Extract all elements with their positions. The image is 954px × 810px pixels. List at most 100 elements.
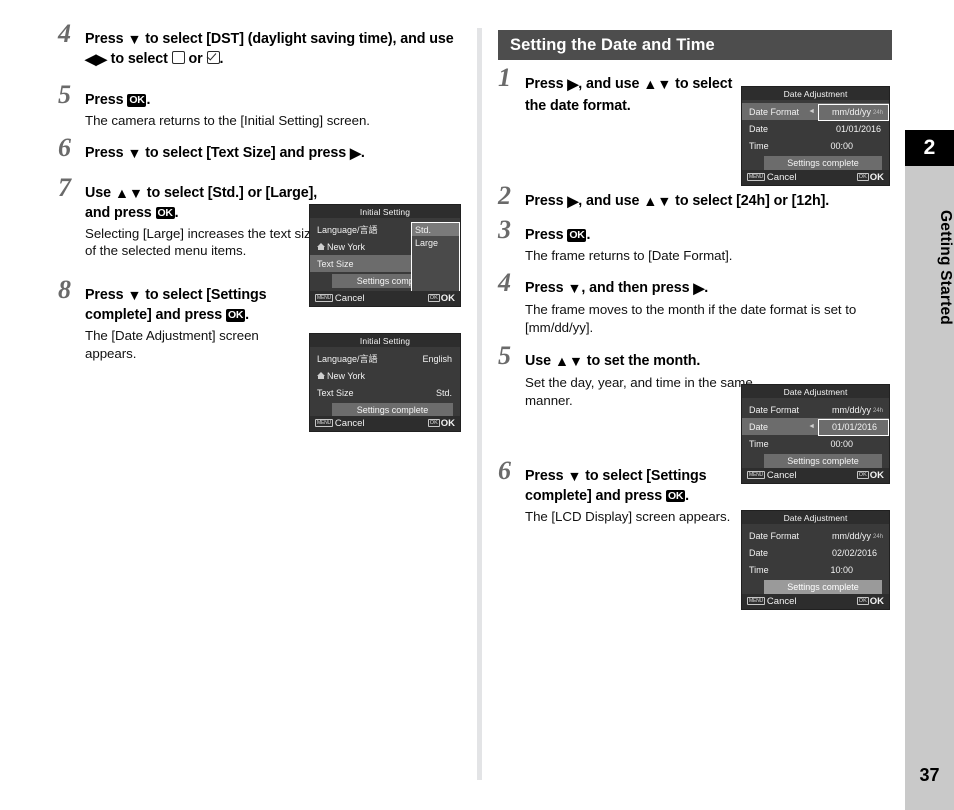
step-number: 1 xyxy=(498,63,511,92)
manual-page: 2 Getting Started 37 4 Press ▼ to select… xyxy=(0,0,954,810)
lcd-ok-label: OK xyxy=(869,470,884,481)
lcd-ok[interactable]: OK OK xyxy=(856,470,884,481)
page-number: 37 xyxy=(919,764,940,785)
lcd-row-value: mm/dd/yy 24h xyxy=(832,405,883,415)
lcd-title: Date Adjustment xyxy=(742,87,889,100)
step-description: Set the day, year, and time in the same … xyxy=(525,375,753,409)
step-title: Press OK. xyxy=(525,226,894,245)
arrow-left-icon: ◄ xyxy=(808,108,815,115)
lcd-row-label: Date xyxy=(749,547,769,558)
lcd-ok[interactable]: OK OK xyxy=(427,418,455,429)
lcd-bottom-bar: MENU Cancel OK OK xyxy=(742,468,889,483)
menu-tag-icon: MENU xyxy=(747,597,765,605)
lcd-settings-complete[interactable]: Settings complete xyxy=(764,156,882,170)
lcd-cancel[interactable]: MENU Cancel xyxy=(747,596,797,607)
lcd-row[interactable]: Text Size Std. xyxy=(310,384,460,401)
step-number: 7 xyxy=(58,172,71,202)
popup-option-large[interactable]: Large xyxy=(412,236,459,249)
lcd-row[interactable]: Language/言語 English xyxy=(310,350,460,367)
step-title: Press OK. xyxy=(85,91,458,110)
lcd-settings-complete[interactable]: Settings complete xyxy=(764,580,882,594)
step-3: 3 Press OK. The frame returns to [Date F… xyxy=(498,217,894,265)
lcd-row[interactable]: Date 02/02/2016 xyxy=(742,544,889,561)
triangle-right-icon: ▶ xyxy=(349,145,361,162)
lcd-settings-complete[interactable]: Settings complete xyxy=(764,454,882,468)
lcd-cancel[interactable]: MENU Cancel xyxy=(315,418,365,429)
home-icon xyxy=(317,243,325,250)
lcd-row-value: 10:00 xyxy=(830,564,853,575)
section-header-title: Setting the Date and Time xyxy=(510,35,715,54)
lcd-bottom-bar: MENU Cancel OK OK xyxy=(742,594,889,609)
ok-tag-icon: OK xyxy=(427,294,440,302)
step-title: Press ▼, and then press ▶. xyxy=(525,279,894,299)
lcd-cancel-label: Cancel xyxy=(766,172,797,183)
lcd-row[interactable]: Date 01/01/2016 xyxy=(742,120,889,137)
triangle-down-icon: ▼ xyxy=(567,468,582,485)
step-title-text-c: . xyxy=(174,204,179,221)
step-title-text-a: Press xyxy=(525,280,568,297)
left-column: 4 Press ▼ to select [DST] (daylight savi… xyxy=(58,21,458,375)
step-number: 6 xyxy=(58,132,71,162)
lcd-bottom-bar: MENU Cancel OK OK xyxy=(310,291,460,306)
step-title: Press ▼ to select [Text Size] and press … xyxy=(85,144,458,164)
lcd-cancel[interactable]: MENU Cancel xyxy=(315,293,365,304)
lcd-row[interactable]: Date Format mm/dd/yy 24h xyxy=(742,527,889,544)
chapter-name: Getting Started xyxy=(937,209,954,325)
step-title-text-c: . xyxy=(685,487,690,504)
lcd-initial-setting-textsize: Initial Setting Language/言語 New York Tex… xyxy=(309,204,461,307)
lcd-row[interactable]: New York xyxy=(310,367,460,384)
lcd-row[interactable]: Date Format mm/dd/yy 24h xyxy=(742,401,889,418)
lcd-row[interactable]: Time 00:00 xyxy=(742,137,889,154)
lcd-row-selected[interactable]: Date Format ◄ mm/dd/yy 24h xyxy=(742,103,889,120)
triangle-down-icon: ▼ xyxy=(127,145,142,162)
step-description: The frame returns to [Date Format]. xyxy=(525,248,733,264)
lcd-cancel-label: Cancel xyxy=(334,418,365,429)
ok-tag-icon: OK xyxy=(856,597,869,605)
lcd-ok[interactable]: OK OK xyxy=(856,596,884,607)
step-title-text-b: to select [DST] (daylight saving time), … xyxy=(141,31,454,47)
lcd-cancel[interactable]: MENU Cancel xyxy=(747,470,797,481)
lcd-row[interactable]: Time 00:00 xyxy=(742,435,889,452)
step-number: 8 xyxy=(58,275,71,305)
step-number: 5 xyxy=(58,80,71,109)
ok-button-icon: OK xyxy=(567,229,587,242)
step-title: Use ▲▼ to set the month. xyxy=(525,352,760,372)
lcd-row-label: New York xyxy=(327,370,366,381)
triangle-up-down-icon: ▲▼ xyxy=(643,194,672,211)
lcd-row-label: Language/言語 xyxy=(317,354,378,364)
ok-button-icon: OK xyxy=(226,309,246,322)
lcd-row-selected[interactable]: Date ◄ 01/01/2016 xyxy=(742,418,889,435)
step-title: Press ▶, and use ▲▼ to select [24h] or [… xyxy=(525,192,894,212)
step-title-text-a: Press xyxy=(85,287,128,304)
step-title-period: . xyxy=(146,92,151,108)
lcd-cancel-label: Cancel xyxy=(334,293,365,304)
lcd-body: Date Format ◄ mm/dd/yy 24h Date 01/01/201… xyxy=(742,100,889,170)
step-title-text-c: to select [24h] or [12h]. xyxy=(671,193,830,210)
step-number: 6 xyxy=(498,455,511,485)
lcd-row-label: Text Size xyxy=(317,387,354,398)
triangle-down-icon: ▼ xyxy=(127,288,142,305)
lcd-settings-complete[interactable]: Settings complete xyxy=(332,403,453,417)
time-format-suffix: 24h xyxy=(872,407,883,414)
step-description: The camera returns to the [Initial Setti… xyxy=(85,113,370,128)
lcd-row[interactable]: Time 10:00 xyxy=(742,561,889,578)
lcd-ok[interactable]: OK OK xyxy=(856,172,884,183)
home-icon xyxy=(317,372,325,379)
lcd-title: Date Adjustment xyxy=(742,511,889,524)
step-4-right: 4 Press ▼, and then press ▶. The frame m… xyxy=(498,270,894,336)
step-title-text-d: or xyxy=(184,51,207,67)
lcd-row-label: New York xyxy=(327,241,366,252)
lcd-cancel[interactable]: MENU Cancel xyxy=(747,172,797,183)
date-format-value: mm/dd/yy xyxy=(831,404,871,415)
lcd-ok-label: OK xyxy=(440,293,455,304)
step-title-text-a: Press xyxy=(85,31,128,47)
step-title: Press ▼ to select [DST] (daylight saving… xyxy=(85,30,458,70)
lcd-row-value: 00:00 xyxy=(830,140,853,151)
popup-option-std[interactable]: Std. xyxy=(412,223,459,236)
step-number: 5 xyxy=(498,341,511,371)
lcd-title: Initial Setting xyxy=(310,334,460,347)
menu-tag-icon: MENU xyxy=(315,419,333,427)
lcd-ok[interactable]: OK OK xyxy=(427,293,455,304)
step-title-text-c: . xyxy=(245,307,250,324)
triangle-up-down-icon: ▲▼ xyxy=(554,354,583,371)
